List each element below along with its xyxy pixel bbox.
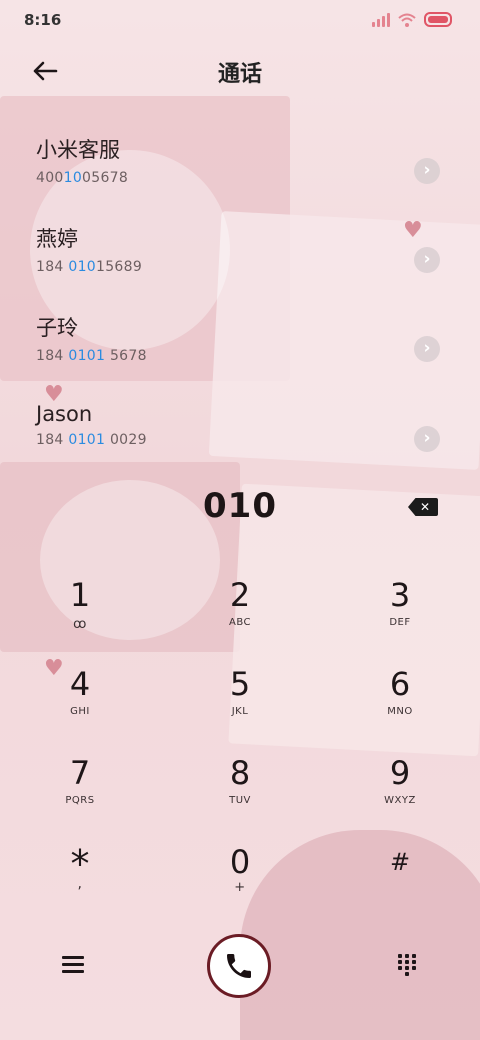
chevron-right-icon[interactable]: › — [414, 158, 440, 184]
phone-icon — [227, 954, 251, 978]
page-title: 通话 — [217, 62, 262, 87]
key-star[interactable]: *, — [20, 842, 140, 922]
status-icons — [372, 12, 452, 27]
key-8[interactable]: 8 TUV — [180, 753, 300, 833]
contact-item[interactable]: 燕婷 184 01015689 › — [36, 223, 446, 293]
chevron-right-icon[interactable]: › — [414, 336, 440, 362]
call-button[interactable] — [207, 934, 271, 998]
contact-number: 184 0101 0029 — [36, 432, 147, 448]
key-2[interactable]: 2 ABC — [180, 575, 300, 655]
contact-name: 燕婷 — [36, 227, 78, 251]
chevron-right-icon[interactable]: › — [414, 247, 440, 273]
battery-icon — [424, 12, 452, 27]
contact-number: 184 01015689 — [36, 259, 143, 275]
key-5[interactable]: 5 JKL — [180, 664, 300, 744]
key-0[interactable]: 0 + — [180, 842, 300, 922]
voicemail-icon: ꝏ — [73, 617, 87, 632]
key-3[interactable]: 3 DEF — [340, 575, 460, 655]
contact-number: 4001005678 — [36, 170, 129, 186]
key-9[interactable]: 9 WXYZ — [340, 753, 460, 833]
wifi-icon — [398, 13, 416, 27]
status-time: 8:16 — [24, 11, 62, 29]
contact-item[interactable]: 子玲 184 0101 5678 › — [36, 312, 446, 382]
signal-icon — [372, 12, 390, 27]
contact-name: 子玲 — [36, 316, 78, 340]
contact-item[interactable]: Jason 184 0101 0029 › — [36, 402, 446, 472]
dial-number-display[interactable]: 010 — [0, 486, 480, 532]
contact-number: 184 0101 5678 — [36, 348, 147, 364]
key-hash[interactable]: # — [340, 842, 460, 922]
header: 通话 — [0, 46, 480, 96]
status-bar: 8:16 — [0, 0, 480, 40]
contact-name: Jason — [36, 402, 93, 426]
key-1[interactable]: 1ꝏ — [20, 575, 140, 655]
contact-name: 小米客服 — [36, 138, 120, 162]
key-4[interactable]: 4 GHI — [20, 664, 140, 744]
chevron-right-icon[interactable]: › — [414, 426, 440, 452]
key-7[interactable]: 7 PQRS — [20, 753, 140, 833]
key-6[interactable]: 6 MNO — [340, 664, 460, 744]
menu-icon[interactable] — [62, 956, 84, 974]
contact-item[interactable]: 小米客服 4001005678 › — [36, 134, 446, 204]
dialpad-icon[interactable] — [397, 954, 417, 976]
